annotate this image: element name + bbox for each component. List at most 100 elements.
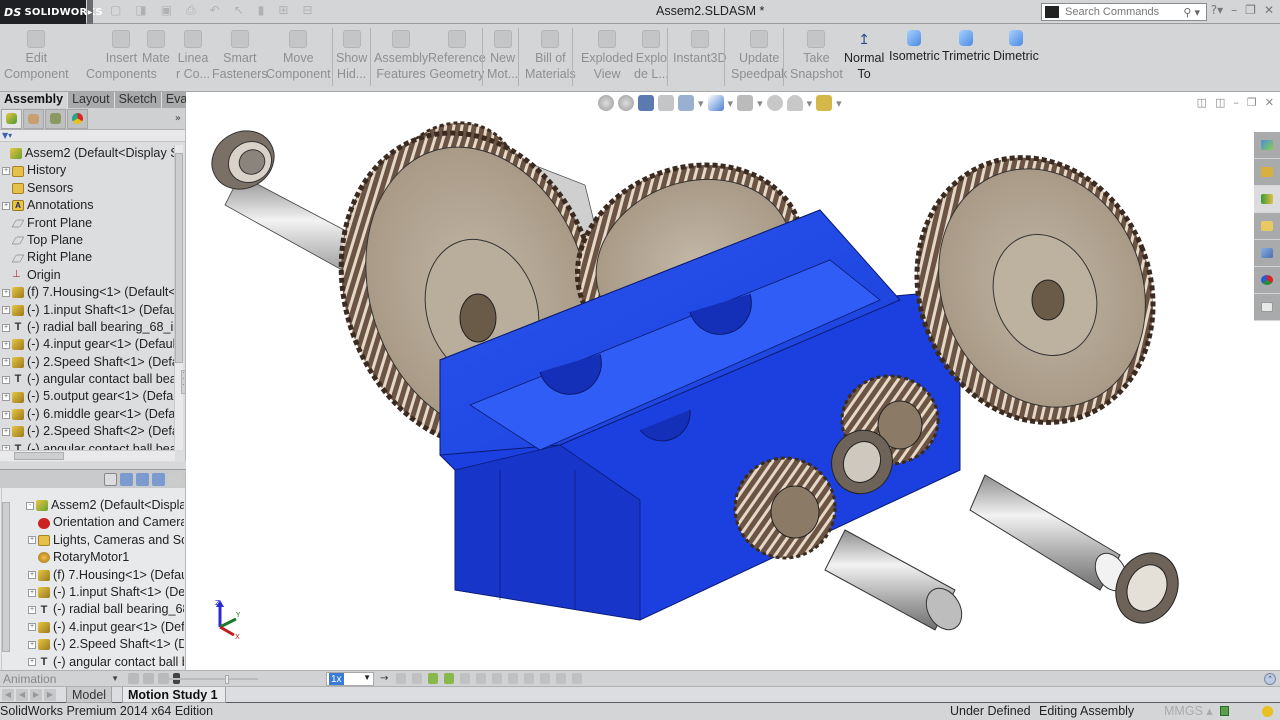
expand-toggle-icon[interactable]: + — [28, 658, 36, 667]
dropdown-arrow[interactable]: ▾ — [836, 97, 842, 110]
expand-toggle-icon[interactable]: + — [2, 340, 10, 349]
expand-toggle-icon[interactable]: + — [2, 167, 10, 176]
expand-toggle-icon[interactable]: + — [28, 606, 36, 615]
tree-node[interactable]: - Assem2 (Default<Display S — [0, 497, 184, 514]
display-manager-tab[interactable] — [67, 108, 88, 129]
move-component-button[interactable]: Move Component — [266, 30, 331, 82]
tree-node[interactable]: Top Plane — [0, 232, 175, 249]
apply-scene-icon[interactable] — [786, 95, 803, 111]
tree-node[interactable]: + (-) 4.input gear<1> (Default — [0, 336, 175, 353]
section-view-icon[interactable] — [658, 95, 674, 111]
file-explorer-tab[interactable] — [1254, 186, 1280, 213]
viewport-restore-icon[interactable]: ❐ — [1247, 96, 1257, 109]
exploded-view-button[interactable]: Exploded View — [581, 30, 633, 82]
add-key-icon[interactable] — [444, 673, 454, 684]
tree-node[interactable]: + (-) 4.input gear<1> (Defa — [0, 619, 184, 636]
zoom-to-area-icon[interactable] — [618, 95, 634, 111]
dropdown-arrow[interactable]: ▾ — [698, 97, 704, 110]
search-commands-input[interactable]: Search Commands ⚲ ▾ — [1041, 3, 1207, 21]
tree-node[interactable]: + (-) 2.Speed Shaft<1> (Defau — [0, 354, 175, 371]
viewport-close-icon[interactable]: ✕ — [1265, 96, 1274, 109]
undo-icon[interactable]: ↶ — [210, 3, 220, 18]
tree-node[interactable]: ⊥ Origin — [0, 267, 175, 284]
animation-wizard-icon[interactable] — [412, 673, 422, 684]
spring-icon[interactable] — [476, 673, 486, 684]
last-tab-icon[interactable]: ▶ — [44, 689, 56, 701]
feature-tree-hscroll[interactable] — [0, 450, 175, 461]
expand-toggle-icon[interactable]: + — [2, 410, 10, 419]
previous-view-icon[interactable] — [638, 95, 654, 111]
edit-component-button[interactable]: Edit Component — [4, 30, 69, 82]
custom-properties-tab[interactable] — [1254, 294, 1280, 321]
dropdown-arrow[interactable]: ▾ — [807, 97, 813, 110]
reference-geometry-button[interactable]: Reference Geometry — [428, 30, 486, 82]
instant3d-button[interactable]: Instant3D — [673, 30, 727, 66]
rebuild-status-icon[interactable] — [1262, 706, 1273, 717]
tab-layout[interactable]: Layout — [68, 92, 115, 108]
tree-node[interactable]: + Lights, Cameras and Scer — [0, 532, 184, 549]
display-style-icon[interactable] — [707, 95, 724, 111]
solidworks-logo[interactable]: DS SOLIDWORKS — [0, 0, 103, 24]
save-animation-icon[interactable] — [396, 673, 406, 684]
filter-results-icon[interactable] — [152, 472, 165, 486]
appearances-tab[interactable] — [1254, 267, 1280, 294]
motion-study-properties-icon[interactable] — [572, 673, 582, 684]
new-motion-study-button[interactable]: New Mot... — [487, 30, 518, 82]
tree-node[interactable]: Front Plane — [0, 215, 175, 232]
filter-animation-icon[interactable] — [104, 472, 117, 486]
feature-tree-vscroll[interactable] — [174, 145, 183, 450]
timeline-slider-knob[interactable] — [225, 675, 229, 684]
playback-speed-select[interactable]: 1x ▼ — [326, 672, 374, 686]
expand-toggle-icon[interactable]: + — [28, 640, 36, 649]
tree-node[interactable]: + (-) 5.output gear<1> (Defau — [0, 388, 175, 405]
scroll-thumb[interactable] — [2, 502, 10, 652]
expand-toggle-icon[interactable]: + — [2, 375, 10, 384]
gearbox-model[interactable] — [186, 92, 1280, 670]
results-and-plots-icon[interactable] — [556, 673, 566, 684]
folder-tab[interactable] — [1254, 213, 1280, 240]
solidworks-resources-tab[interactable] — [1254, 132, 1280, 159]
tree-node[interactable]: + T (-) angular contact ball bear — [0, 371, 175, 388]
tree-node[interactable]: + (-) 2.Speed Shaft<2> (Defau — [0, 423, 175, 440]
tree-node[interactable]: Sensors — [0, 180, 175, 197]
split-vertical-icon[interactable]: ◫ — [1215, 96, 1225, 109]
expand-toggle-icon[interactable]: + — [28, 536, 36, 545]
tree-node[interactable]: + (-) 1.input Shaft<1> (Defaul — [0, 302, 175, 319]
unit-system-select[interactable]: MMGS ▴ — [1164, 703, 1213, 720]
damper-icon[interactable] — [492, 673, 502, 684]
hide-show-items-icon[interactable] — [737, 95, 754, 111]
tree-node[interactable]: + T (-) radial ball bearing_68_ — [0, 601, 184, 618]
split-horizontal-icon[interactable]: ◫ — [1197, 96, 1207, 109]
expand-toggle-icon[interactable]: + — [2, 427, 10, 436]
expand-toggle-icon[interactable]: + — [2, 393, 10, 402]
linear-pattern-button[interactable]: Linea r Co... — [176, 30, 210, 82]
autokey-icon[interactable] — [168, 472, 181, 486]
tab-assembly[interactable]: Assembly — [0, 92, 69, 108]
select-icon[interactable]: ↖ — [234, 3, 244, 18]
configuration-manager-tab[interactable] — [45, 108, 66, 129]
new-icon[interactable]: ▢ — [110, 3, 121, 18]
first-tab-icon[interactable]: ◀ — [2, 689, 14, 701]
tree-node[interactable]: + A Annotations — [0, 197, 175, 214]
expand-toggle-icon[interactable]: + — [28, 588, 36, 597]
take-snapshot-button[interactable]: Take Snapshot — [790, 30, 843, 82]
playback-mode-icon[interactable]: → — [380, 673, 390, 684]
bill-of-materials-button[interactable]: Bill of Materials — [525, 30, 576, 82]
prev-tab-icon[interactable]: ◀ — [16, 689, 28, 701]
filter-icon[interactable]: ▼▾ — [0, 130, 185, 142]
view-palette-tab[interactable] — [1254, 240, 1280, 267]
show-hidden-button[interactable]: Show Hid... — [336, 30, 367, 82]
options-icon[interactable]: ⊟ — [302, 3, 312, 18]
quick-tips-icon[interactable] — [1220, 706, 1229, 716]
timeline-slider[interactable] — [158, 675, 258, 684]
play-from-start-icon[interactable] — [143, 673, 154, 684]
print-icon[interactable]: ⎙ — [186, 3, 196, 18]
motor-icon[interactable] — [460, 673, 470, 684]
open-icon[interactable]: ◨ — [135, 3, 146, 18]
edit-appearance-icon[interactable] — [766, 95, 783, 111]
tree-node[interactable]: + (-) 6.middle gear<1> (Defau — [0, 406, 175, 423]
tab-model[interactable]: Model — [66, 687, 113, 703]
close-icon[interactable]: ✕ — [1264, 3, 1274, 17]
restore-icon[interactable]: ❐ — [1245, 3, 1256, 17]
trimetric-button[interactable]: Trimetric — [942, 30, 990, 64]
